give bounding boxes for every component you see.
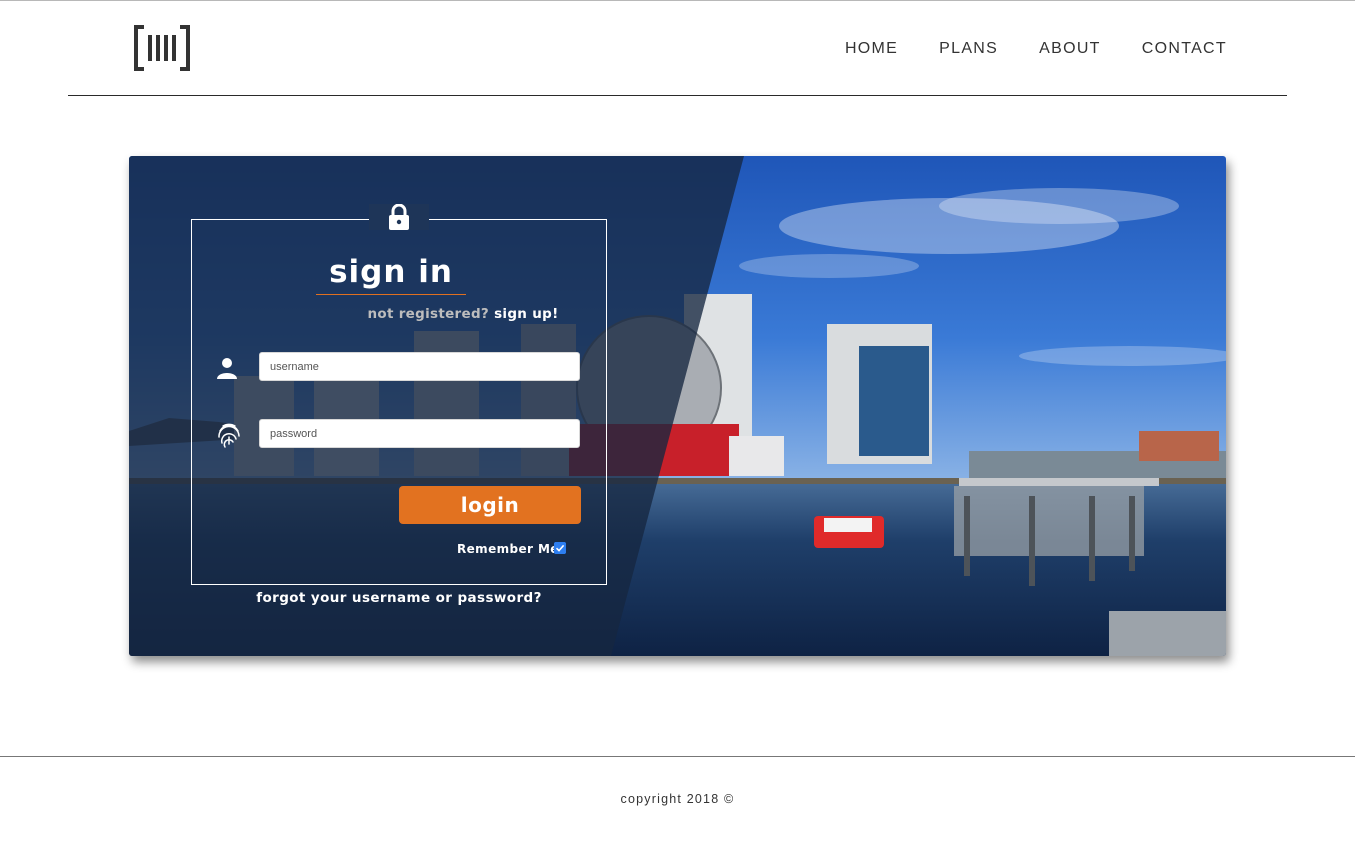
sign-up-link[interactable]: sign up! xyxy=(494,306,558,322)
login-button[interactable]: login xyxy=(399,486,581,524)
nav-contact[interactable]: CONTACT xyxy=(1142,40,1227,58)
remember-me-checkbox[interactable] xyxy=(554,542,566,554)
forgot-credentials-link[interactable]: forgot your username or password? xyxy=(219,590,579,606)
page-title: sign in xyxy=(329,254,453,290)
copyright-text: copyright 2018 © xyxy=(620,792,735,806)
title-underline xyxy=(316,294,466,295)
register-prompt: not registered? sign up! xyxy=(258,306,668,322)
nav-plans[interactable]: PLANS xyxy=(939,40,998,58)
lock-icon xyxy=(369,204,429,230)
login-card: sign in not registered? sign up! login R… xyxy=(129,156,1226,656)
username-input[interactable] xyxy=(259,352,580,381)
main-nav: HOME PLANS ABOUT CONTACT xyxy=(845,40,1227,58)
not-registered-text: not registered? xyxy=(367,306,490,322)
password-input[interactable] xyxy=(259,419,580,448)
fingerprint-icon xyxy=(218,423,240,448)
user-icon xyxy=(217,358,237,379)
nav-about[interactable]: ABOUT xyxy=(1039,40,1101,58)
logo-icon[interactable] xyxy=(134,25,190,71)
footer-divider xyxy=(0,756,1355,757)
nav-home[interactable]: HOME xyxy=(845,40,898,58)
site-header: HOME PLANS ABOUT CONTACT xyxy=(68,1,1287,96)
remember-me-label: Remember Me xyxy=(457,542,559,556)
